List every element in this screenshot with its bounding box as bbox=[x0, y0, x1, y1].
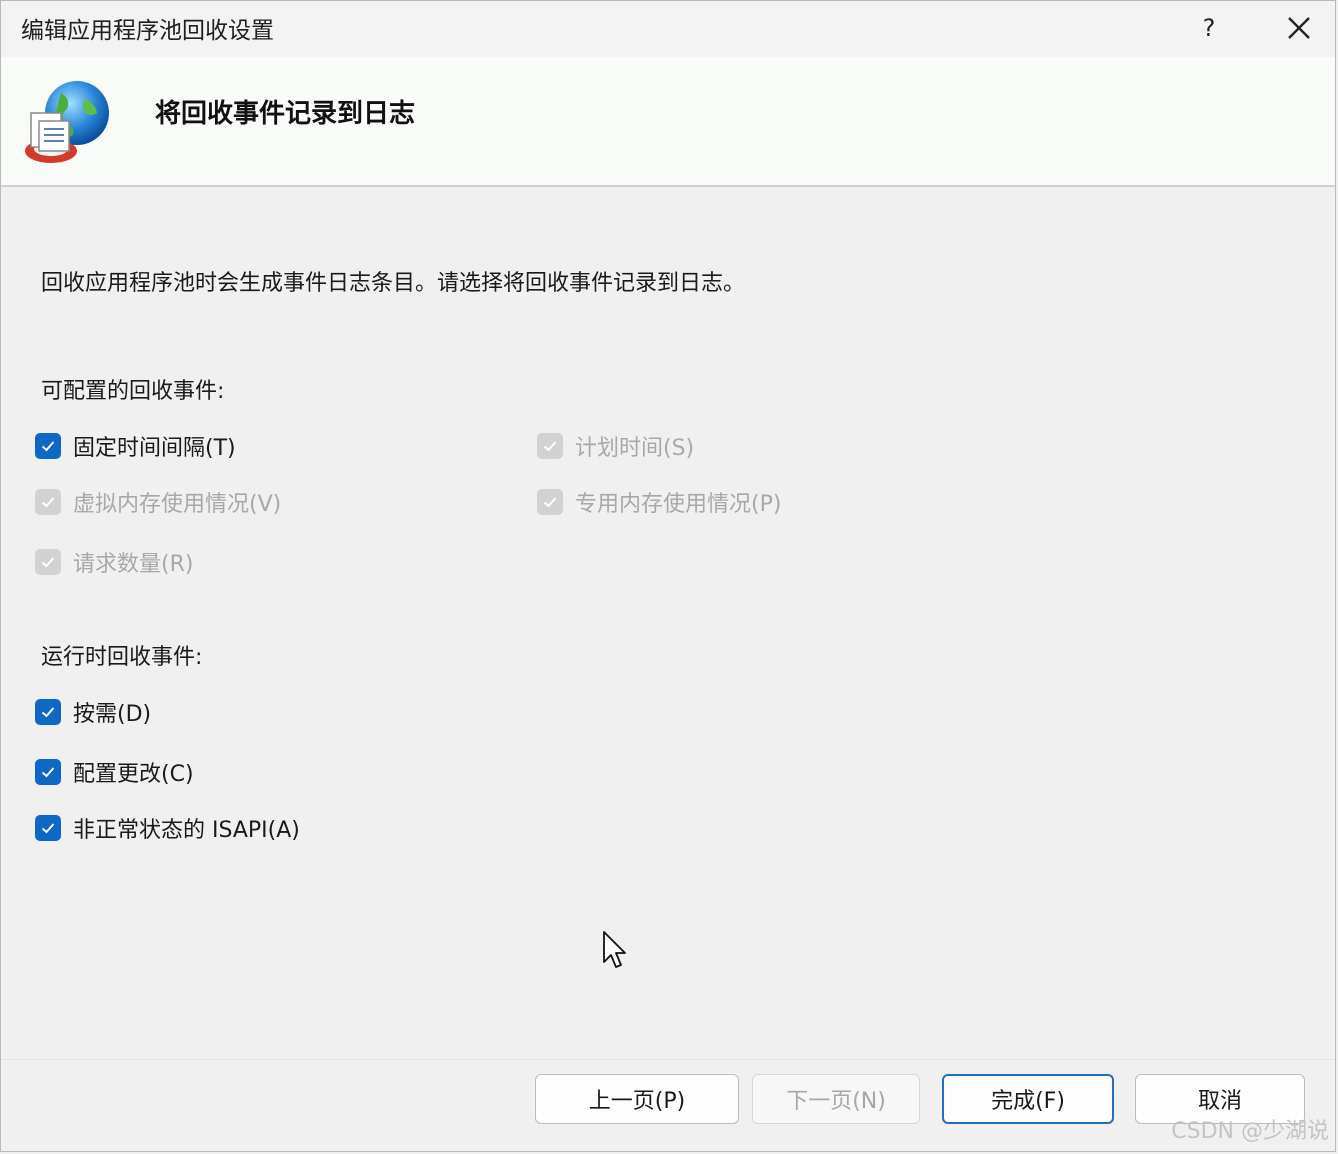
checkmark-icon bbox=[41, 441, 55, 452]
checkbox-box bbox=[35, 489, 61, 515]
checkbox-label: 专用内存使用情况(P) bbox=[575, 492, 782, 517]
checkbox-box[interactable] bbox=[35, 699, 61, 725]
close-button[interactable] bbox=[1277, 9, 1321, 47]
checkbox-label: 虚拟内存使用情况(V) bbox=[73, 492, 282, 517]
checkbox-unhealthy-isapi[interactable]: 非正常状态的 ISAPI(A) bbox=[35, 812, 300, 844]
checkbox-request-count: 请求数量(R) bbox=[35, 546, 193, 578]
dialog-window: 编辑应用程序池回收设置 ? 将回收事件记录到日志 回收应用程序池时会生成事件日志… bbox=[0, 0, 1336, 1152]
configurable-events-label: 可配置的回收事件: bbox=[41, 379, 225, 404]
close-icon bbox=[1288, 17, 1310, 39]
description-text: 回收应用程序池时会生成事件日志条目。请选择将回收事件记录到日志。 bbox=[41, 271, 746, 296]
checkmark-icon bbox=[41, 497, 55, 508]
window-title: 编辑应用程序池回收设置 bbox=[21, 18, 274, 44]
checkmark-icon bbox=[543, 497, 557, 508]
checkbox-label: 请求数量(R) bbox=[73, 552, 194, 577]
finish-button[interactable]: 完成(F) bbox=[942, 1074, 1114, 1124]
header-band: 将回收事件记录到日志 bbox=[1, 57, 1335, 187]
checkbox-box[interactable] bbox=[35, 433, 61, 459]
page-heading: 将回收事件记录到日志 bbox=[155, 99, 416, 129]
checkbox-box[interactable] bbox=[35, 815, 61, 841]
checkbox-on-demand[interactable]: 按需(D) bbox=[35, 696, 151, 728]
checkbox-box bbox=[537, 489, 563, 515]
help-button[interactable]: ? bbox=[1187, 9, 1231, 47]
checkbox-label: 非正常状态的 ISAPI(A) bbox=[73, 818, 300, 843]
checkbox-virtual-memory: 虚拟内存使用情况(V) bbox=[35, 486, 281, 518]
checkbox-fixed-interval[interactable]: 固定时间间隔(T) bbox=[35, 430, 236, 462]
next-button: 下一页(N) bbox=[752, 1074, 920, 1124]
checkmark-icon bbox=[41, 767, 55, 778]
prev-button[interactable]: 上一页(P) bbox=[535, 1074, 739, 1124]
checkmark-icon bbox=[41, 823, 55, 834]
checkbox-label: 按需(D) bbox=[73, 702, 152, 727]
checkbox-box bbox=[35, 549, 61, 575]
checkmark-icon bbox=[41, 557, 55, 568]
checkbox-config-change[interactable]: 配置更改(C) bbox=[35, 756, 194, 788]
iis-globe-icon bbox=[25, 81, 109, 163]
checkbox-scheduled-time: 计划时间(S) bbox=[537, 430, 694, 462]
checkbox-label: 固定时间间隔(T) bbox=[73, 436, 236, 461]
checkmark-icon bbox=[543, 441, 557, 452]
checkbox-box bbox=[537, 433, 563, 459]
checkbox-label: 计划时间(S) bbox=[575, 436, 695, 461]
checkmark-icon bbox=[41, 707, 55, 718]
title-bar: 编辑应用程序池回收设置 ? bbox=[1, 1, 1335, 57]
runtime-events-label: 运行时回收事件: bbox=[41, 645, 203, 670]
footer-bar: 上一页(P) 下一页(N) 完成(F) 取消 bbox=[1, 1059, 1335, 1154]
checkbox-private-memory: 专用内存使用情况(P) bbox=[537, 486, 781, 518]
mouse-pointer-icon bbox=[603, 931, 626, 968]
watermark: CSDN @少湖说 bbox=[1171, 1119, 1329, 1144]
checkbox-label: 配置更改(C) bbox=[73, 762, 194, 787]
checkbox-box[interactable] bbox=[35, 759, 61, 785]
